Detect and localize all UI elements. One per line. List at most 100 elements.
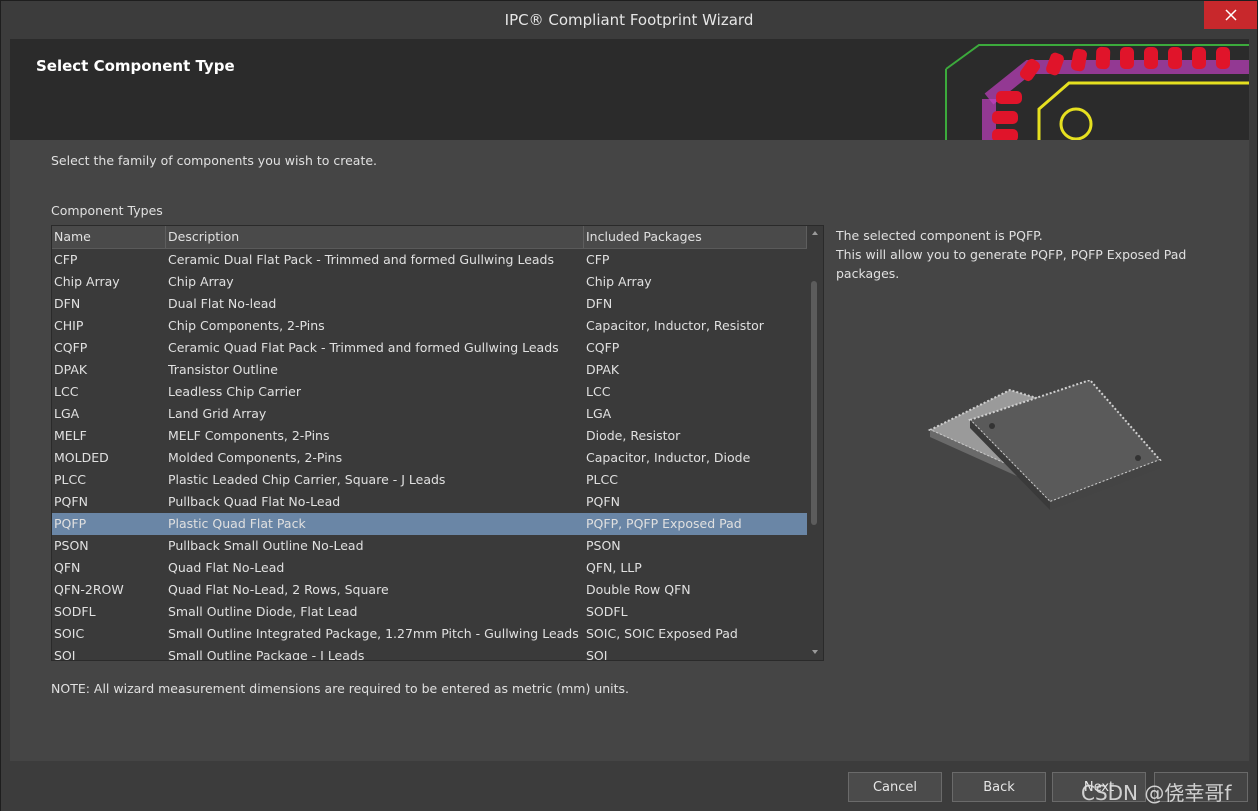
table-row[interactable]: Chip Array Chip Array Chip Array — [52, 271, 807, 293]
content-area: Select the family of components you wish… — [10, 140, 1249, 761]
cell-name: PSON — [54, 538, 89, 553]
pcb-footprint-illustration — [944, 39, 1249, 140]
table-row[interactable]: MOLDED Molded Components, 2-Pins Capacitor… — [52, 447, 807, 469]
cell-included-packages: PQFP, PQFP Exposed Pad — [586, 516, 742, 531]
page-title: Select Component Type — [36, 57, 235, 75]
table-row[interactable]: CFP Ceramic Dual Flat Pack - Trimmed and … — [52, 249, 807, 271]
selection-info-line1: The selected component is PQFP. — [836, 228, 1043, 243]
cell-included-packages: QFN, LLP — [586, 560, 642, 575]
table-row[interactable]: LGA Land Grid Array LGA — [52, 403, 807, 425]
table-row[interactable]: QFN-2ROW Quad Flat No-Lead, 2 Rows, Squar… — [52, 579, 807, 601]
column-header-name[interactable]: Name — [52, 226, 166, 248]
cell-description: Transistor Outline — [168, 362, 278, 377]
cell-name: CFP — [54, 252, 78, 267]
table-row[interactable]: CQFP Ceramic Quad Flat Pack - Trimmed and… — [52, 337, 807, 359]
cell-name: CQFP — [54, 340, 88, 355]
component-types-label: Component Types — [51, 203, 163, 218]
cell-included-packages: Diode, Resistor — [586, 428, 681, 443]
table-row[interactable]: LCC Leadless Chip Carrier LCC — [52, 381, 807, 403]
cell-included-packages: LGA — [586, 406, 612, 421]
selection-info-line2: This will allow you to generate PQFP, PQ… — [836, 247, 1187, 281]
close-button[interactable] — [1204, 1, 1257, 29]
cell-description: Chip Components, 2-Pins — [168, 318, 325, 333]
component-types-table[interactable]: Name Description Included Packages CFP Ce… — [51, 225, 824, 661]
table-row[interactable]: SOJ Small Outline Package - J Leads SOJ — [52, 645, 807, 661]
table-body: CFP Ceramic Dual Flat Pack - Trimmed and … — [52, 249, 807, 661]
cell-name: SOIC — [54, 626, 85, 641]
cell-name: Chip Array — [54, 274, 120, 289]
cell-description: MELF Components, 2-Pins — [168, 428, 330, 443]
cell-description: Plastic Quad Flat Pack — [168, 516, 306, 531]
cancel-button[interactable]: Cancel — [848, 772, 942, 802]
table-row[interactable]: PQFP Plastic Quad Flat Pack PQFP, PQFP Exp… — [52, 513, 807, 535]
cell-name: DFN — [54, 296, 81, 311]
cell-name: QFN — [54, 560, 81, 575]
cell-name: LCC — [54, 384, 79, 399]
wizard-window: IPC® Compliant Footprint Wizard Select C… — [0, 0, 1258, 811]
cell-included-packages: Chip Array — [586, 274, 652, 289]
cell-name: MOLDED — [54, 450, 109, 465]
metric-units-note: NOTE: All wizard measurement dimensions … — [51, 681, 630, 696]
cell-description: Small Outline Integrated Package, 1.27mm… — [168, 626, 579, 641]
table-header: Name Description Included Packages — [52, 226, 807, 249]
cell-name: PLCC — [54, 472, 86, 487]
table-row[interactable]: MELF MELF Components, 2-Pins Diode, Resist… — [52, 425, 807, 447]
wizard-header: Select Component Type — [10, 39, 1249, 140]
watermark-text: CSDN @侥幸哥f — [1081, 781, 1232, 805]
cell-included-packages: PSON — [586, 538, 621, 553]
title-bar: IPC® Compliant Footprint Wizard — [1, 1, 1257, 39]
table-row[interactable]: CHIP Chip Components, 2-Pins Capacitor, In… — [52, 315, 807, 337]
cell-name: CHIP — [54, 318, 84, 333]
cell-name: PQFN — [54, 494, 88, 509]
cell-included-packages: Capacitor, Inductor, Diode — [586, 450, 751, 465]
table-row[interactable]: SODFL Small Outline Diode, Flat Lead SODFL — [52, 601, 807, 623]
cell-description: Chip Array — [168, 274, 234, 289]
cell-description: Dual Flat No-lead — [168, 296, 277, 311]
cell-included-packages: SODFL — [586, 604, 628, 619]
table-row[interactable]: DPAK Transistor Outline DPAK — [52, 359, 807, 381]
scroll-up-icon[interactable] — [811, 229, 819, 237]
table-row[interactable]: SOIC Small Outline Integrated Package, 1.… — [52, 623, 807, 645]
scrollbar-thumb[interactable] — [811, 281, 817, 525]
back-button[interactable]: Back — [952, 772, 1046, 802]
cell-name: SODFL — [54, 604, 96, 619]
cell-name: PQFP — [54, 516, 87, 531]
selection-info: The selected component is PQFP. This wil… — [836, 226, 1206, 283]
cell-included-packages: Double Row QFN — [586, 582, 691, 597]
cell-description: Land Grid Array — [168, 406, 267, 421]
scroll-down-icon[interactable] — [811, 648, 819, 656]
close-icon — [1224, 9, 1237, 21]
cell-description: Plastic Leaded Chip Carrier, Square - J … — [168, 472, 446, 487]
table-scrollbar[interactable] — [808, 226, 822, 660]
pqfp-chip-image — [927, 380, 1162, 510]
cell-name: LGA — [54, 406, 80, 421]
cell-included-packages: DFN — [586, 296, 613, 311]
cell-name: QFN-2ROW — [54, 582, 124, 597]
cell-description: Molded Components, 2-Pins — [168, 450, 343, 465]
table-row[interactable]: QFN Quad Flat No-Lead QFN, LLP — [52, 557, 807, 579]
window-title: IPC® Compliant Footprint Wizard — [504, 11, 754, 29]
cell-description: Quad Flat No-Lead — [168, 560, 285, 575]
cell-description: Pullback Quad Flat No-Lead — [168, 494, 341, 509]
cell-included-packages: CFP — [586, 252, 610, 267]
cell-included-packages: DPAK — [586, 362, 620, 377]
table-row[interactable]: PQFN Pullback Quad Flat No-Lead PQFN — [52, 491, 807, 513]
cell-name: MELF — [54, 428, 87, 443]
table-row[interactable]: DFN Dual Flat No-lead DFN — [52, 293, 807, 315]
cell-name: DPAK — [54, 362, 88, 377]
instruction-text: Select the family of components you wish… — [51, 153, 378, 168]
cell-description: Quad Flat No-Lead, 2 Rows, Square — [168, 582, 389, 597]
table-row[interactable]: PSON Pullback Small Outline No-Lead PSON — [52, 535, 807, 557]
cell-description: Leadless Chip Carrier — [168, 384, 301, 399]
cell-description: Ceramic Quad Flat Pack - Trimmed and for… — [168, 340, 559, 355]
table-row[interactable]: PLCC Plastic Leaded Chip Carrier, Square … — [52, 469, 807, 491]
cell-description: Pullback Small Outline No-Lead — [168, 538, 364, 553]
column-header-included-packages[interactable]: Included Packages — [584, 226, 807, 248]
cell-included-packages: SOJ — [586, 648, 608, 661]
cell-included-packages: CQFP — [586, 340, 620, 355]
column-header-description[interactable]: Description — [166, 226, 584, 248]
cell-description: Ceramic Dual Flat Pack - Trimmed and for… — [168, 252, 554, 267]
cell-included-packages: PLCC — [586, 472, 618, 487]
footer-bar: Cancel Back Next CSDN @侥幸哥f — [1, 761, 1257, 811]
cell-included-packages: PQFN — [586, 494, 620, 509]
